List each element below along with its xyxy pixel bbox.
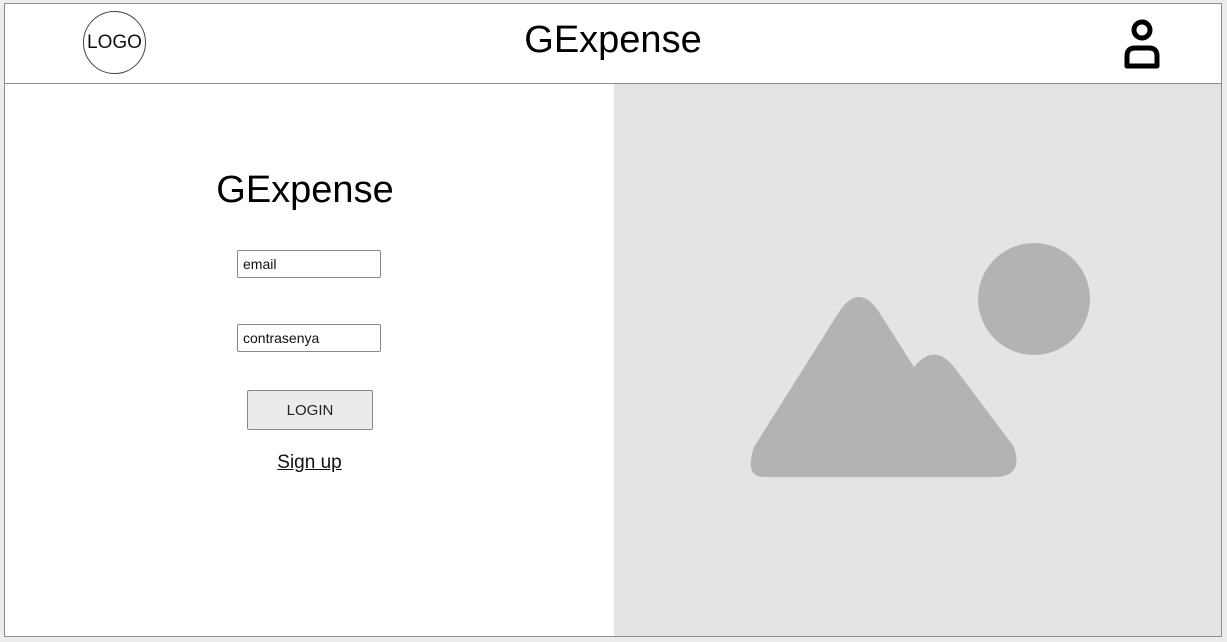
form-title: GExpense bbox=[216, 169, 394, 211]
email-field[interactable] bbox=[237, 250, 381, 278]
app-window: LOGO GExpense GExpense LOGIN Sign up bbox=[4, 3, 1222, 637]
user-icon[interactable] bbox=[1119, 18, 1165, 70]
signup-link-label: Sign up bbox=[277, 452, 342, 473]
mountain-shape bbox=[750, 297, 1017, 477]
signup-link[interactable]: Sign up bbox=[5, 452, 614, 474]
app-title: GExpense bbox=[524, 19, 702, 61]
sun-shape bbox=[978, 243, 1090, 355]
header: LOGO GExpense bbox=[5, 4, 1221, 84]
login-panel: GExpense LOGIN Sign up bbox=[5, 84, 614, 636]
login-button[interactable]: LOGIN bbox=[247, 390, 373, 430]
hero-panel bbox=[614, 84, 1221, 636]
image-placeholder-icon bbox=[750, 243, 1090, 477]
password-field[interactable] bbox=[237, 324, 381, 352]
